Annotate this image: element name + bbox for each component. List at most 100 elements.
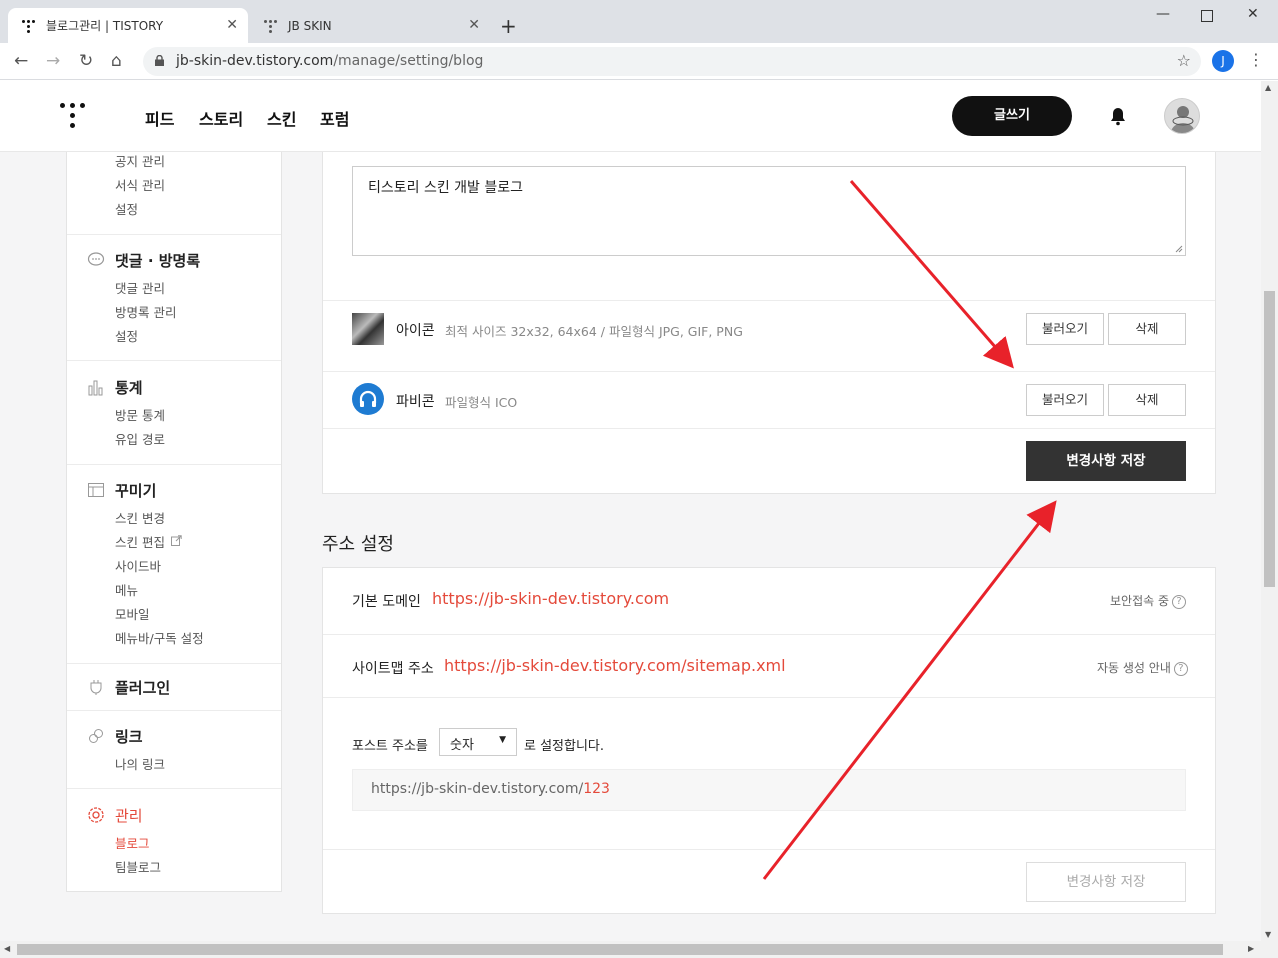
favicon-label: 파비콘 (396, 394, 435, 410)
help-question-icon[interactable]: ? (1173, 661, 1188, 676)
nav-forum[interactable]: 포럼 (320, 106, 349, 130)
divider (323, 300, 1215, 301)
secure-connection-status: 보안접속 중? (1110, 592, 1187, 609)
icon-delete-button[interactable]: 삭제 (1108, 313, 1186, 345)
back-arrow-icon[interactable]: ← (14, 51, 28, 71)
horizontal-scroll-thumb[interactable] (17, 944, 1223, 955)
sidebar-section-design[interactable]: 꾸미기 (115, 480, 156, 501)
sidebar-section-manage[interactable]: 관리 (115, 805, 143, 826)
sidebar-item-menubar-subscribe[interactable]: 메뉴바/구독 설정 (115, 628, 204, 647)
home-icon[interactable]: ⌂ (111, 51, 122, 71)
browser-tab[interactable]: JB SKIN ✕ (250, 8, 490, 43)
icon-label: 아이콘 (396, 323, 435, 339)
sidebar-item-menu[interactable]: 메뉴 (115, 580, 138, 599)
sidebar-item-visit-stats[interactable]: 방문 통계 (115, 405, 165, 424)
sidebar-item-blog[interactable]: 블로그 (115, 833, 150, 852)
sitemap-help: 자동 생성 안내? (1097, 659, 1188, 676)
divider (67, 234, 281, 235)
favicon-delete-button[interactable]: 삭제 (1108, 384, 1186, 416)
blog-description-value: 티스토리 스킨 개발 블로그 (368, 180, 524, 196)
maximize-icon[interactable] (1201, 10, 1213, 22)
url-host: jb-skin-dev.tistory.com (176, 53, 334, 69)
scroll-up-arrow-icon[interactable]: ▲ (1265, 83, 1271, 92)
tistory-logo-icon[interactable] (60, 103, 86, 129)
reload-icon[interactable]: ↻ (79, 51, 93, 71)
divider (67, 710, 281, 711)
bookmark-star-icon[interactable]: ☆ (1177, 51, 1191, 70)
tistory-favicon-icon (262, 18, 278, 34)
more-menu-icon[interactable]: ⋮ (1248, 50, 1264, 69)
blog-save-button[interactable]: 변경사항 저장 (1026, 441, 1186, 481)
sitemap-link[interactable]: https://jb-skin-dev.tistory.com/sitemap.… (444, 656, 786, 675)
url-text: jb-skin-dev.tistory.com/manage/setting/b… (176, 53, 483, 69)
favicon-hint: 파일형식 ICO (445, 395, 518, 410)
default-domain-link[interactable]: https://jb-skin-dev.tistory.com (432, 589, 669, 608)
post-address-select[interactable]: 숫자 ▼ (439, 728, 517, 756)
browser-tab-active[interactable]: 블로그관리 | TISTORY ✕ (8, 8, 248, 43)
sidebar-section-link[interactable]: 링크 (115, 726, 143, 747)
sidebar-item-referrer[interactable]: 유입 경로 (115, 429, 165, 448)
sidebar-item-template[interactable]: 서식 관리 (115, 175, 165, 194)
sidebar-item-guestbook-manage[interactable]: 방명록 관리 (115, 302, 176, 321)
sidebar-item-comment-manage[interactable]: 댓글 관리 (115, 278, 165, 297)
plugin-icon (90, 680, 102, 695)
url-path: /manage/setting/blog (333, 53, 484, 69)
sidebar-item-my-link[interactable]: 나의 링크 (115, 754, 165, 773)
sitemap-help-label: 자동 생성 안내 (1097, 661, 1171, 675)
sidebar-item-comment-settings[interactable]: 설정 (115, 326, 138, 345)
sidebar-item-mobile[interactable]: 모바일 (115, 604, 150, 623)
forward-arrow-icon[interactable]: → (46, 51, 60, 71)
blog-description-textarea[interactable]: 티스토리 스킨 개발 블로그 (352, 166, 1186, 256)
preview-base-url: https://jb-skin-dev.tistory.com/ (371, 781, 584, 797)
favicon-load-button[interactable]: 불러오기 (1026, 384, 1104, 416)
avatar-figure-icon (1171, 106, 1195, 133)
divider (323, 697, 1215, 698)
icon-load-button[interactable]: 불러오기 (1026, 313, 1104, 345)
tab-title: JB SKIN (288, 18, 332, 33)
resize-handle-icon[interactable] (1175, 245, 1183, 253)
sidebar-item-team-blog[interactable]: 팀블로그 (115, 857, 161, 876)
minimize-icon[interactable]: — (1156, 6, 1170, 22)
sidebar-section-plugin[interactable]: 플러그인 (115, 677, 170, 698)
divider (323, 428, 1215, 429)
profile-avatar[interactable]: J (1212, 50, 1234, 72)
scroll-right-arrow-icon[interactable]: ▶ (1248, 944, 1254, 953)
sidebar: 공지 관리 서식 관리 설정 댓글 · 방명록 댓글 관리 방명록 관리 설정 … (66, 81, 282, 892)
headphones-favicon-icon (352, 383, 384, 415)
gear-icon (88, 807, 104, 823)
write-post-button[interactable]: 글쓰기 (952, 96, 1072, 136)
user-avatar[interactable] (1164, 98, 1200, 134)
sidebar-item-skin-edit[interactable]: 스킨 편집 (115, 532, 165, 551)
sidebar-item-skin-change[interactable]: 스킨 변경 (115, 508, 165, 527)
address-section-title: 주소 설정 (322, 534, 394, 555)
divider (323, 849, 1215, 850)
address-bar[interactable]: jb-skin-dev.tistory.com/manage/setting/b… (143, 47, 1201, 76)
vertical-scrollbar[interactable]: ▲ ▼ (1261, 81, 1278, 941)
tab-close-icon[interactable]: ✕ (226, 17, 238, 33)
scroll-left-arrow-icon[interactable]: ◀ (4, 944, 10, 953)
dropdown-caret-icon: ▼ (499, 735, 506, 745)
nav-feed[interactable]: 피드 (145, 106, 174, 130)
sidebar-section-comments[interactable]: 댓글 · 방명록 (115, 250, 200, 271)
address-settings-card: 기본 도메인 https://jb-skin-dev.tistory.com 보… (322, 567, 1216, 914)
window-close-icon[interactable]: ✕ (1247, 6, 1259, 22)
new-tab-button[interactable]: + (500, 14, 517, 38)
help-question-icon[interactable]: ? (1172, 594, 1187, 609)
sidebar-section-stats[interactable]: 통계 (115, 377, 143, 398)
scroll-down-arrow-icon[interactable]: ▼ (1265, 930, 1271, 939)
sitemap-label: 사이트맵 주소 (352, 661, 434, 677)
tab-title: 블로그관리 | TISTORY (46, 19, 164, 33)
tab-close-icon[interactable]: ✕ (468, 17, 480, 33)
sidebar-item-notice[interactable]: 공지 관리 (115, 151, 165, 170)
vertical-scroll-thumb[interactable] (1264, 291, 1275, 587)
notification-bell-icon[interactable] (1108, 106, 1128, 126)
nav-story[interactable]: 스토리 (199, 106, 243, 130)
secure-connection-label: 보안접속 중 (1110, 594, 1170, 608)
divider (323, 634, 1215, 635)
nav-skin[interactable]: 스킨 (267, 106, 296, 130)
sidebar-item-sidebar[interactable]: 사이드바 (115, 556, 161, 575)
sidebar-item-settings[interactable]: 설정 (115, 199, 138, 218)
divider (67, 464, 281, 465)
address-save-button[interactable]: 변경사항 저장 (1026, 862, 1186, 902)
horizontal-scrollbar[interactable]: ◀ ▶ (0, 941, 1278, 958)
